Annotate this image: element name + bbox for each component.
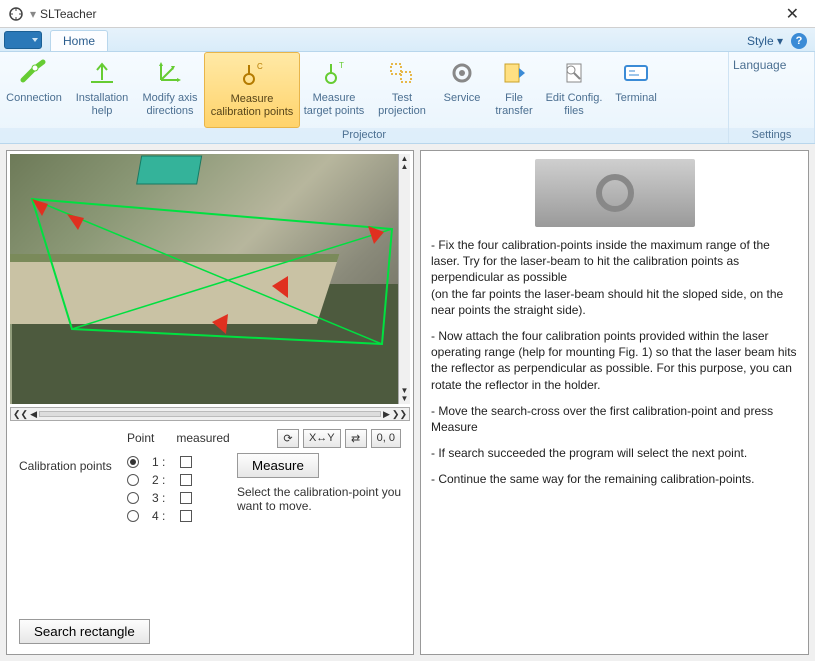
ribbon-tab-strip: Home Style ▾ ? [0,28,815,52]
ribbon-label: File transfer [490,92,538,117]
coords-display: 0, 0 [371,429,401,448]
ribbon-label: Edit Config. files [542,92,606,117]
left-panel: ▲▲ ▼▼ ❮❮ ◀ ▶ ❯❯ ⟳ X↔Y ⇄ 0, 0 Point measu… [6,150,414,655]
qat-dropdown-indicator[interactable]: ▾ [30,7,36,21]
target-t-icon: T [317,58,351,88]
point-num: 3 : [152,491,170,505]
target-c-icon: C [235,59,269,89]
hint-text: Select the calibration-point you want to… [237,485,407,513]
reflector-figure [535,159,695,227]
ribbon-language[interactable]: Language [733,58,810,72]
camera-viewer[interactable]: ▲▲ ▼▼ [10,154,410,404]
ribbon-connection[interactable]: Connection [0,52,68,128]
app-icon [8,6,24,22]
ribbon-label: Service [444,92,481,105]
ribbon-group-projector-label: Projector [0,128,728,143]
ribbon-label: Connection [6,92,62,105]
help-paragraph: - Move the search-cross over the first c… [431,403,798,435]
ribbon-label: Test projection [370,92,434,117]
help-paragraph: - Continue the same way for the remainin… [431,471,798,487]
refresh-button[interactable]: ⟳ [277,429,299,448]
close-button[interactable]: ✕ [778,4,807,24]
edit-file-icon [557,58,591,88]
ribbon-file-transfer[interactable]: File transfer [488,52,540,128]
help-paragraph: - If search succeeded the program will s… [431,445,798,461]
main-area: ▲▲ ▼▼ ❮❮ ◀ ▶ ❯❯ ⟳ X↔Y ⇄ 0, 0 Point measu… [0,144,815,661]
titlebar: ▾ SLTeacher ✕ [0,0,815,28]
svg-text:T: T [339,61,344,70]
help-paragraph: - Fix the four calibration-points inside… [431,237,798,318]
scroll-right-fast-icon[interactable]: ❯❯ [392,409,407,420]
ribbon: Connection Installation help Modify axis… [0,52,815,144]
scroll-left-icon[interactable]: ◀ [30,409,37,420]
point-num: 2 : [152,473,170,487]
install-icon [85,58,119,88]
point-radio-3[interactable] [127,492,139,504]
style-label: Style [747,34,774,48]
horizontal-scrollbar[interactable]: ❮❮ ◀ ▶ ❯❯ [10,407,410,421]
ribbon-modify-axis[interactable]: Modify axis directions [136,52,204,128]
ribbon-installation-help[interactable]: Installation help [68,52,136,128]
gear-icon [445,58,479,88]
scroll-down-icon[interactable]: ▼▼ [401,387,409,403]
vertical-scrollbar[interactable]: ▲▲ ▼▼ [398,154,410,404]
transfer-icon [497,58,531,88]
style-menu[interactable]: Style ▾ [747,34,783,48]
controls-panel: ⟳ X↔Y ⇄ 0, 0 Point measured Calibration … [7,421,413,654]
search-rectangle-button[interactable]: Search rectangle [19,619,150,644]
point-num: 4 : [152,509,170,523]
plug-icon [17,58,51,88]
point-measured-2[interactable] [180,474,192,486]
scroll-left-fast-icon[interactable]: ❮❮ [13,409,28,420]
help-paragraph: - Now attach the four calibration points… [431,328,798,393]
quick-access-toolbar[interactable] [4,31,42,49]
point-measured-3[interactable] [180,492,192,504]
scroll-up-icon[interactable]: ▲▲ [401,155,409,171]
point-measured-4[interactable] [180,510,192,522]
help-button[interactable]: ? [791,33,807,49]
swap-xy-button[interactable]: X↔Y [303,429,341,448]
point-measured-1[interactable] [180,456,192,468]
tab-home[interactable]: Home [50,30,108,51]
ribbon-group-settings-label: Settings [729,128,814,143]
ribbon-edit-config[interactable]: Edit Config. files [540,52,608,128]
ribbon-label: Modify axis directions [138,92,202,117]
swap-button[interactable]: ⇄ [345,429,367,448]
axes-icon [153,58,187,88]
point-num: 1 : [152,455,170,469]
point-radio-4[interactable] [127,510,139,522]
scrollbar-track[interactable] [39,411,381,417]
ribbon-service[interactable]: Service [436,52,488,128]
ribbon-measure-calibration[interactable]: C Measure calibration points [204,52,300,128]
ribbon-label: Measure target points [302,92,366,117]
ribbon-label: Measure calibration points [207,93,297,118]
calibration-points-label: Calibration points [19,459,119,473]
camera-image [10,154,410,404]
col-measured-label: measured [176,431,229,445]
measure-button[interactable]: Measure [237,453,319,478]
ribbon-measure-target[interactable]: T Measure target points [300,52,368,128]
help-panel: - Fix the four calibration-points inside… [420,150,809,655]
ribbon-label: Installation help [70,92,134,117]
window-title: SLTeacher [40,7,96,21]
ribbon-label: Terminal [615,92,657,105]
terminal-icon [619,58,653,88]
col-point-label: Point [127,431,154,445]
point-radio-2[interactable] [127,474,139,486]
point-radio-1[interactable] [127,456,139,468]
ribbon-terminal[interactable]: Terminal [608,52,664,128]
ribbon-test-projection[interactable]: Test projection [368,52,436,128]
projection-icon [385,58,419,88]
scroll-right-icon[interactable]: ▶ [383,409,390,420]
svg-text:C: C [257,62,263,71]
